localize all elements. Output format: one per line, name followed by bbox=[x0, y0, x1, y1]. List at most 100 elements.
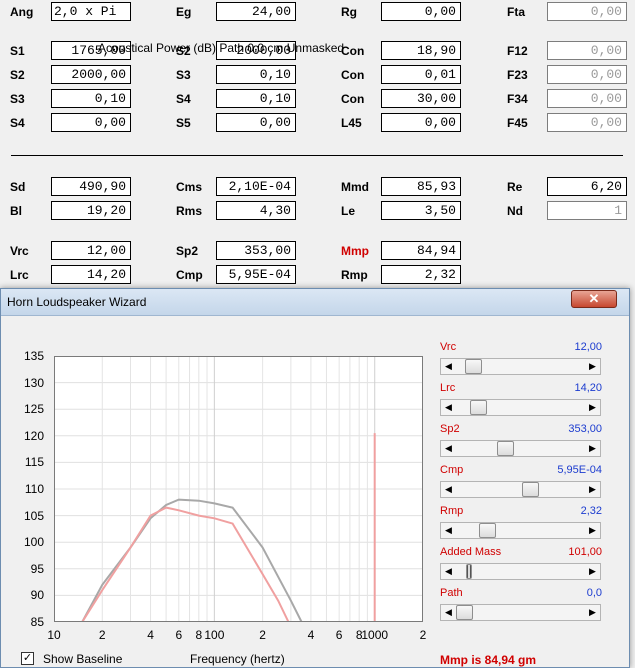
form-field-vrc[interactable]: 12,00 bbox=[51, 241, 131, 260]
form-field-f12[interactable]: 0,00 bbox=[547, 41, 627, 60]
slider-label-sp2: Sp2 bbox=[440, 423, 460, 435]
x-tick-label: 1000 bbox=[361, 628, 389, 642]
y-tick-label: 125 bbox=[23, 402, 44, 417]
form-field-s5[interactable]: 0,00 bbox=[216, 113, 296, 132]
scroll-left-arrow-icon[interactable]: ◀ bbox=[441, 605, 456, 620]
slider-thumb[interactable] bbox=[478, 523, 496, 538]
form-field-mmp[interactable]: 84,94 bbox=[381, 241, 461, 260]
form-label-fta: Fta bbox=[507, 5, 525, 19]
slider-thumb[interactable] bbox=[456, 605, 473, 620]
form-label-con: Con bbox=[341, 92, 365, 106]
form-field-con[interactable]: 30,00 bbox=[381, 89, 461, 108]
slider-rmp[interactable]: ◀ ▶ bbox=[440, 522, 601, 539]
form-field-s3[interactable]: 0,10 bbox=[216, 65, 296, 84]
slider-value-cmp: 5,95E-04 bbox=[557, 464, 602, 476]
form-field-sd[interactable]: 490,90 bbox=[51, 177, 131, 196]
form-field-l45[interactable]: 0,00 bbox=[381, 113, 461, 132]
scroll-left-arrow-icon[interactable]: ◀ bbox=[441, 359, 456, 374]
form-label-ang: Ang bbox=[10, 5, 34, 19]
form-label-sp2: Sp2 bbox=[176, 244, 199, 258]
form-label-s1: S1 bbox=[10, 44, 25, 58]
form-field-nd[interactable]: 1 bbox=[547, 201, 627, 220]
scroll-left-arrow-icon[interactable]: ◀ bbox=[441, 564, 456, 579]
slider-vrc[interactable]: ◀ ▶ bbox=[440, 358, 601, 375]
form-field-cms[interactable]: 2,10E-04 bbox=[216, 177, 296, 196]
scroll-left-arrow-icon[interactable]: ◀ bbox=[441, 400, 456, 415]
form-field-cmp[interactable]: 5,95E-04 bbox=[216, 265, 296, 284]
slider-value-vrc: 12,00 bbox=[574, 341, 602, 353]
form-field-s4[interactable]: 0,00 bbox=[51, 113, 131, 132]
form-label-bl: Bl bbox=[10, 204, 22, 218]
form-label-s3: S3 bbox=[176, 68, 191, 82]
slider-thumb[interactable] bbox=[469, 400, 487, 415]
slider-label-vrc: Vrc bbox=[440, 341, 457, 353]
show-baseline-checkbox[interactable]: ✓ bbox=[21, 652, 34, 665]
form-field-s4[interactable]: 0,10 bbox=[216, 89, 296, 108]
form-label-con: Con bbox=[341, 44, 365, 58]
form-field-rmp[interactable]: 2,32 bbox=[381, 265, 461, 284]
scroll-right-arrow-icon[interactable]: ▶ bbox=[585, 482, 600, 497]
x-tick-label: 4 bbox=[147, 628, 154, 642]
form-field-con[interactable]: 18,90 bbox=[381, 41, 461, 60]
slider-added-mass[interactable]: ◀ ▶ bbox=[440, 563, 601, 580]
scroll-right-arrow-icon[interactable]: ▶ bbox=[585, 523, 600, 538]
form-field-rg[interactable]: 0,00 bbox=[381, 2, 461, 21]
form-field-con[interactable]: 0,01 bbox=[381, 65, 461, 84]
scroll-right-arrow-icon[interactable]: ▶ bbox=[585, 359, 600, 374]
scroll-right-arrow-icon[interactable]: ▶ bbox=[585, 564, 600, 579]
form-field-eg[interactable]: 24,00 bbox=[216, 2, 296, 21]
slider-value-rmp: 2,32 bbox=[580, 505, 602, 517]
form-field-f45[interactable]: 0,00 bbox=[547, 113, 627, 132]
close-button[interactable]: ✕ bbox=[571, 290, 617, 308]
form-field-sp2[interactable]: 353,00 bbox=[216, 241, 296, 260]
form-label-mmd: Mmd bbox=[341, 180, 369, 194]
slider-cmp[interactable]: ◀ ▶ bbox=[440, 481, 601, 498]
slider-label-rmp: Rmp bbox=[440, 505, 464, 517]
scroll-right-arrow-icon[interactable]: ▶ bbox=[585, 400, 600, 415]
form-field-mmd[interactable]: 85,93 bbox=[381, 177, 461, 196]
show-baseline-label[interactable]: Show Baseline bbox=[43, 652, 122, 666]
slider-label-cmp: Cmp bbox=[440, 464, 464, 476]
form-label-sd: Sd bbox=[10, 180, 26, 194]
form-field-le[interactable]: 3,50 bbox=[381, 201, 461, 220]
slider-path[interactable]: ◀ ▶ bbox=[440, 604, 601, 621]
form-field-f23[interactable]: 0,00 bbox=[547, 65, 627, 84]
scroll-right-arrow-icon[interactable]: ▶ bbox=[585, 605, 600, 620]
wizard-titlebar[interactable]: Horn Loudspeaker Wizard ✕ bbox=[1, 289, 629, 316]
form-label-rms: Rms bbox=[176, 204, 203, 218]
x-tick-label: 4 bbox=[307, 628, 315, 642]
form-field-ang[interactable]: 2,0 x Pi bbox=[51, 2, 131, 21]
slider-thumb[interactable] bbox=[466, 564, 472, 579]
slider-sp2[interactable]: ◀ ▶ bbox=[440, 440, 601, 457]
form-label-f23: F23 bbox=[507, 68, 528, 82]
x-tick-label: 10 bbox=[47, 628, 61, 642]
slider-thumb[interactable] bbox=[465, 359, 483, 374]
form-field-re[interactable]: 6,20 bbox=[547, 177, 627, 196]
form-label-f34: F34 bbox=[507, 92, 528, 106]
form-field-lrc[interactable]: 14,20 bbox=[51, 265, 131, 284]
scroll-right-arrow-icon[interactable]: ▶ bbox=[585, 441, 600, 456]
slider-value-path: 0,0 bbox=[586, 587, 602, 599]
form-field-fta[interactable]: 0,00 bbox=[547, 2, 627, 21]
form-label-nd: Nd bbox=[507, 204, 523, 218]
scroll-left-arrow-icon[interactable]: ◀ bbox=[441, 482, 456, 497]
form-label-re: Re bbox=[507, 180, 523, 194]
slider-lrc[interactable]: ◀ ▶ bbox=[440, 399, 601, 416]
form-label-rmp: Rmp bbox=[341, 268, 368, 282]
scroll-left-arrow-icon[interactable]: ◀ bbox=[441, 441, 456, 456]
form-field-bl[interactable]: 19,20 bbox=[51, 201, 131, 220]
form-label-rg: Rg bbox=[341, 5, 357, 19]
form-label-vrc: Vrc bbox=[10, 244, 29, 258]
y-tick-label: 90 bbox=[30, 588, 44, 603]
slider-thumb[interactable] bbox=[497, 441, 515, 456]
acoustic-power-chart bbox=[54, 356, 423, 622]
mmp-status-text: Mmp is 84,94 gm bbox=[440, 653, 537, 667]
slider-value-sp2: 353,00 bbox=[568, 423, 602, 435]
form-field-f34[interactable]: 0,00 bbox=[547, 89, 627, 108]
form-field-rms[interactable]: 4,30 bbox=[216, 201, 296, 220]
slider-thumb[interactable] bbox=[522, 482, 540, 497]
scroll-left-arrow-icon[interactable]: ◀ bbox=[441, 523, 456, 538]
form-field-s2[interactable]: 2000,00 bbox=[51, 65, 131, 84]
form-label-cmp: Cmp bbox=[176, 268, 203, 282]
form-field-s3[interactable]: 0,10 bbox=[51, 89, 131, 108]
